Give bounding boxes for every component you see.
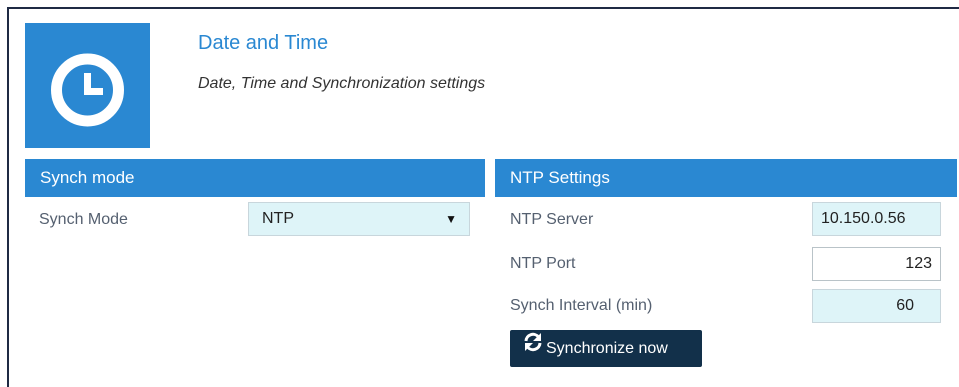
ntp-settings-panel-header: NTP Settings bbox=[495, 159, 957, 197]
dropdown-arrow-icon: ▼ bbox=[445, 212, 457, 226]
ntp-port-input[interactable]: 123 bbox=[812, 247, 941, 281]
synch-mode-value: NTP bbox=[262, 210, 294, 227]
page-title: Date and Time bbox=[198, 32, 329, 54]
synch-interval-label: Synch Interval (min) bbox=[510, 297, 653, 314]
synch-mode-label: Synch Mode bbox=[39, 211, 128, 228]
synchronize-now-label: Synchronize now bbox=[546, 340, 668, 357]
synch-mode-select[interactable]: NTP ▼ bbox=[248, 202, 470, 236]
synchronize-now-button[interactable]: Synchronize now bbox=[510, 330, 702, 367]
refresh-icon bbox=[522, 329, 544, 366]
ntp-server-input[interactable]: 10.150.0.56 bbox=[812, 202, 941, 236]
page-subtitle: Date, Time and Synchronization settings bbox=[198, 75, 486, 92]
synch-interval-input[interactable]: 60 bbox=[812, 289, 941, 323]
ntp-port-label: NTP Port bbox=[510, 255, 576, 272]
synch-mode-panel-header: Synch mode bbox=[25, 159, 485, 197]
ntp-server-label: NTP Server bbox=[510, 211, 594, 228]
clock-icon bbox=[25, 23, 150, 148]
